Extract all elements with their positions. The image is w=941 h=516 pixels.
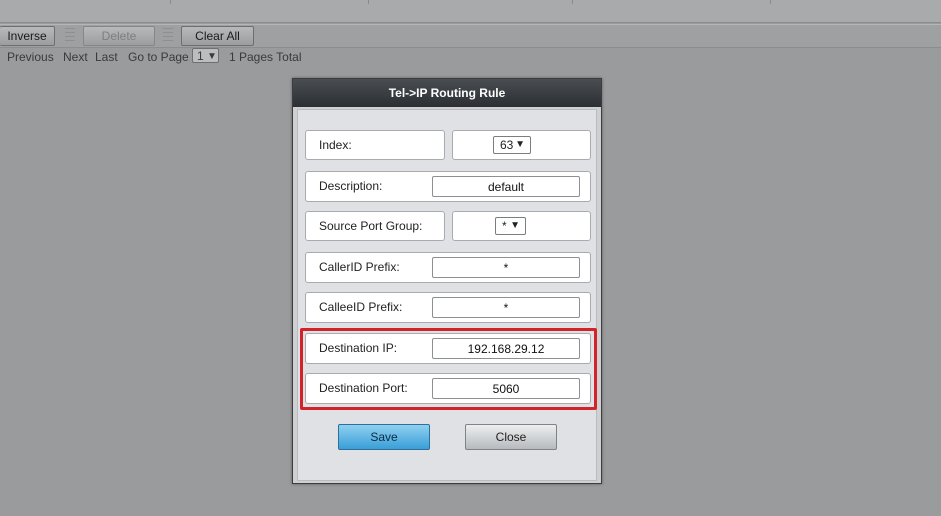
description-row: Description: — [305, 171, 591, 202]
grip-icon — [163, 28, 173, 42]
callerid-prefix-input[interactable] — [432, 257, 580, 278]
routing-rule-dialog: Tel->IP Routing Rule Index: 63 ▼ Descrip… — [292, 78, 602, 484]
calleeid-prefix-input[interactable] — [432, 297, 580, 318]
source-port-group-value: * — [502, 219, 507, 233]
page-select[interactable]: 1 ▼ — [192, 48, 219, 63]
description-input[interactable] — [432, 176, 580, 197]
toolbar: Inverse Delete Clear All — [0, 24, 941, 48]
column-divider — [170, 0, 171, 4]
index-label: Index: — [305, 130, 445, 160]
page-select-value: 1 — [197, 49, 204, 63]
source-port-group-select[interactable]: * ▼ — [495, 217, 526, 235]
index-select-value: 63 — [500, 138, 514, 152]
next-link[interactable]: Next — [63, 50, 88, 64]
go-to-page-label: Go to Page — [128, 50, 189, 64]
delete-button[interactable]: Delete — [83, 26, 155, 46]
close-button[interactable]: Close — [465, 424, 557, 450]
highlight-box — [300, 328, 597, 410]
column-divider — [770, 0, 771, 4]
index-select-box: 63 ▼ — [452, 130, 591, 160]
chevron-down-icon: ▼ — [515, 139, 525, 150]
table-header-strip — [0, 0, 941, 23]
save-button[interactable]: Save — [338, 424, 430, 450]
callerid-prefix-label: CallerID Prefix: — [319, 260, 400, 274]
description-label: Description: — [319, 179, 383, 193]
dialog-title: Tel->IP Routing Rule — [293, 79, 601, 107]
calleeid-prefix-row: CalleeID Prefix: — [305, 292, 591, 323]
source-port-group-select-box: * ▼ — [452, 211, 591, 241]
callerid-prefix-row: CallerID Prefix: — [305, 252, 591, 283]
dialog-body: Index: 63 ▼ Description: Source Port Gro… — [297, 109, 597, 481]
last-link[interactable]: Last — [95, 50, 118, 64]
previous-link[interactable]: Previous — [7, 50, 54, 64]
chevron-down-icon: ▼ — [207, 51, 217, 62]
chevron-down-icon: ▼ — [510, 220, 520, 231]
calleeid-prefix-label: CalleeID Prefix: — [319, 300, 403, 314]
source-port-group-label: Source Port Group: — [305, 211, 445, 241]
inverse-button[interactable]: Inverse — [0, 26, 55, 46]
index-select[interactable]: 63 ▼ — [493, 136, 531, 154]
grip-icon — [65, 28, 75, 42]
pages-total-text: 1 Pages Total — [229, 50, 302, 64]
clear-all-button[interactable]: Clear All — [181, 26, 254, 46]
column-divider — [572, 0, 573, 4]
column-divider — [368, 0, 369, 4]
